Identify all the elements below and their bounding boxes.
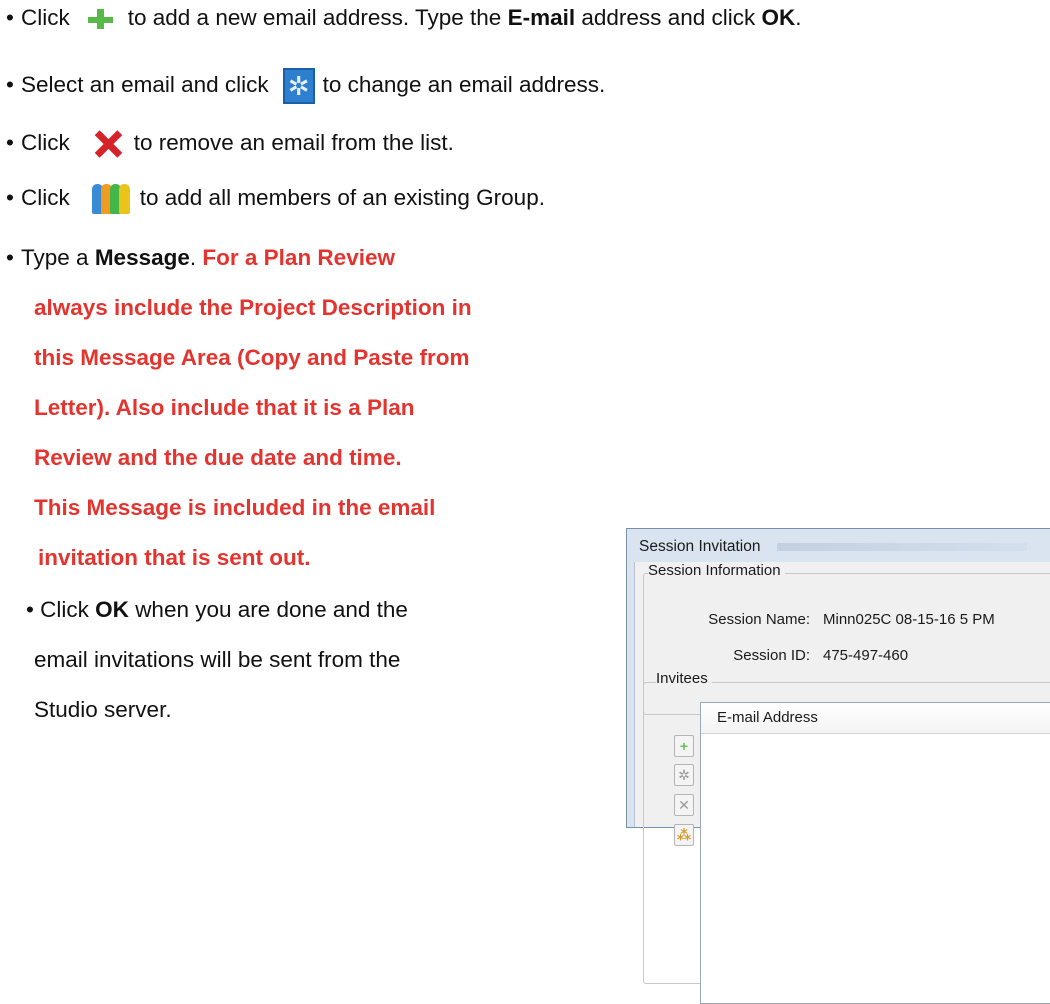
text-change-desc: to change an email address. [322, 71, 606, 97]
bullet: • [6, 129, 14, 155]
session-invitation-dialog: Session Invitation Session Information S… [626, 528, 1050, 1004]
email-address-list[interactable]: E-mail Address [700, 702, 1050, 1004]
email-address-column-header[interactable]: E-mail Address [701, 703, 1050, 734]
group-icon [91, 184, 130, 215]
instruction-click-ok: • Click OK when you are done and the [26, 596, 408, 624]
bullet: • [6, 245, 14, 270]
instruction-edit-email: • Select an email and click ✲ to change an … [0, 68, 605, 104]
text-remove-desc: to remove an email from the list. [133, 129, 454, 155]
text-add-desc: to add a new email address. Type the [127, 5, 502, 30]
bullet: • [6, 185, 14, 210]
add-email-button[interactable]: + [674, 735, 694, 757]
text-click: Click [40, 597, 89, 622]
text-plan-review-note: For a Plan Review [202, 245, 395, 270]
dialog-title: Session Invitation [639, 538, 761, 555]
text-message-bold: Message [94, 245, 190, 270]
bullet: • [6, 5, 14, 30]
text-address-and-click: address and click [581, 5, 756, 30]
session-name-value: Minn025C 08-15-16 5 PM [823, 611, 995, 628]
text-ok-bold: OK [761, 5, 796, 30]
gear-icon: ✲ [282, 68, 315, 104]
instruction-remove-email: • Click to remove an email from the list. [0, 128, 454, 160]
text-click: Click [21, 5, 70, 30]
text-group-desc: to add all members of an existing Group. [139, 185, 545, 210]
session-information-label: Session Information [648, 562, 785, 579]
text-email-bold: E-mail [507, 5, 576, 30]
instruction-click-ok-line2: email invitations will be sent from the [34, 647, 401, 672]
invitees-label: Invitees [656, 670, 712, 687]
dialog-body: Session Information Session Name: Minn02… [634, 562, 1050, 1004]
session-id-value: 475-497-460 [823, 647, 909, 664]
x-icon [92, 128, 124, 160]
plan-review-note-line: always include the Project Description i… [34, 295, 472, 320]
title-bar-blur [777, 543, 1027, 551]
text-click: Click [21, 129, 70, 155]
text-done-desc: when you are done and the [135, 597, 408, 622]
remove-email-button[interactable]: ✕ [674, 794, 694, 816]
text-click: Click [21, 185, 70, 210]
session-name-label: Session Name: [708, 611, 810, 628]
plan-review-note-line: this Message Area (Copy and Paste from [34, 345, 470, 370]
text-ok-bold: OK [95, 597, 129, 622]
plan-review-note-line: invitation that is sent out. [38, 545, 311, 570]
text-type-a: Type a [21, 245, 89, 270]
plan-review-note-line: Review and the due date and time. [34, 445, 402, 470]
bullet: • [6, 71, 14, 97]
instruction-add-email: • Click to add a new email address. Type t… [0, 4, 802, 32]
text-select-click: Select an email and click [21, 71, 269, 97]
plus-icon [84, 7, 116, 31]
bullet: • [26, 597, 34, 622]
plan-review-note-line: This Message is included in the email [34, 495, 436, 520]
text-period: . [189, 245, 197, 270]
text-period: . [795, 5, 802, 30]
email-address-header-label: E-mail Address [717, 709, 818, 726]
instruction-add-group: • Click to add all members of an existing … [0, 184, 545, 215]
edit-email-button[interactable]: ✲ [674, 764, 694, 786]
instruction-click-ok-line3: Studio server. [34, 697, 172, 722]
instruction-message: • Type a Message. For a Plan Review [0, 244, 395, 272]
add-group-button[interactable]: ⁂ [674, 824, 694, 846]
plan-review-note-line: Letter). Also include that it is a Plan [34, 395, 415, 420]
session-id-label: Session ID: [733, 647, 810, 664]
